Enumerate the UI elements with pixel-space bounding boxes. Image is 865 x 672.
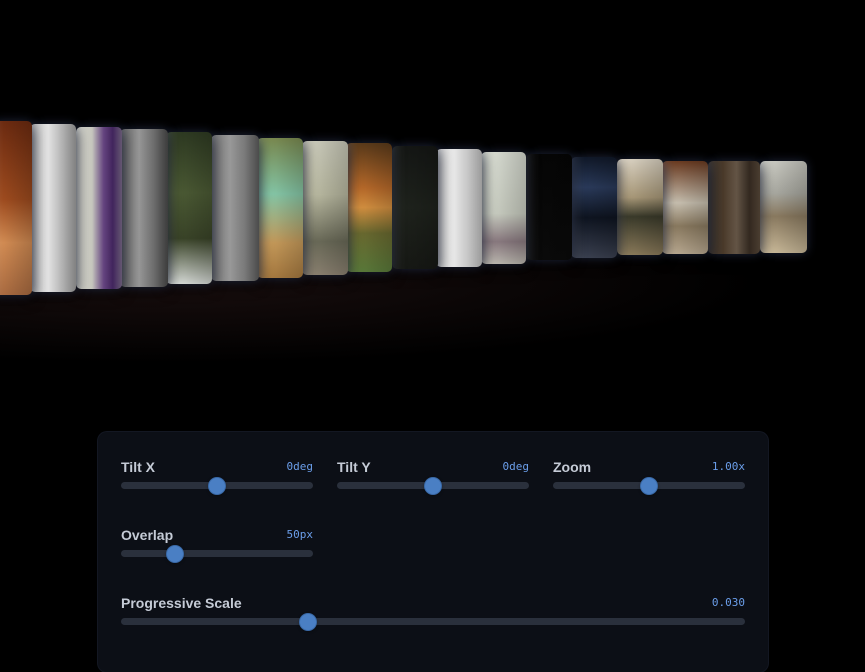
photo-card[interactable] <box>662 161 708 254</box>
progressive-scale-slider-track[interactable] <box>121 618 745 625</box>
photo-card[interactable] <box>526 154 572 260</box>
zoom-label: Zoom <box>553 459 592 475</box>
photo-card[interactable] <box>30 124 76 292</box>
tilt-y-control: Tilt Y 0deg <box>337 459 529 499</box>
photo-card[interactable] <box>0 121 32 295</box>
progressive-scale-slider-thumb[interactable] <box>300 614 317 630</box>
tilt-y-label: Tilt Y <box>337 459 371 475</box>
photo-card[interactable] <box>76 127 122 289</box>
photo-card[interactable] <box>257 138 303 278</box>
overlap-value: 50px <box>286 528 314 541</box>
zoom-control: Zoom 1.00x <box>553 459 745 499</box>
photo-card[interactable] <box>481 152 526 264</box>
tilt-y-slider-thumb[interactable] <box>425 478 441 494</box>
photo-card[interactable] <box>760 161 807 253</box>
card-stack <box>0 0 865 400</box>
photo-carousel <box>0 0 865 400</box>
photo-card[interactable] <box>617 159 663 255</box>
zoom-value: 1.00x <box>711 460 745 473</box>
tilt-x-value: 0deg <box>286 460 314 473</box>
zoom-slider-thumb[interactable] <box>641 478 657 494</box>
tilt-x-slider-thumb[interactable] <box>209 478 225 494</box>
tilt-y-value: 0deg <box>502 460 530 473</box>
overlap-slider-track[interactable] <box>121 550 313 557</box>
photo-card[interactable] <box>120 129 168 287</box>
photo-card[interactable] <box>571 157 617 258</box>
photo-card[interactable] <box>166 132 212 284</box>
photo-card[interactable] <box>346 143 392 272</box>
tilt-x-label: Tilt X <box>121 459 155 475</box>
controls-panel: Tilt X 0deg Tilt Y 0deg Zoom 1.00x Overl… <box>98 432 768 672</box>
tilt-x-control: Tilt X 0deg <box>121 459 313 499</box>
photo-card[interactable] <box>708 161 760 254</box>
photo-card[interactable] <box>211 135 259 281</box>
progressive-scale-label: Progressive Scale <box>121 595 242 611</box>
overlap-control: Overlap 50px <box>121 527 313 567</box>
progressive-scale-control: Progressive Scale 0.030 <box>121 595 745 635</box>
overlap-slider-thumb[interactable] <box>166 546 183 562</box>
photo-card[interactable] <box>436 149 482 267</box>
photo-card[interactable] <box>392 146 438 269</box>
progressive-scale-value: 0.030 <box>711 596 745 609</box>
overlap-label: Overlap <box>121 527 174 543</box>
photo-card[interactable] <box>302 141 348 275</box>
